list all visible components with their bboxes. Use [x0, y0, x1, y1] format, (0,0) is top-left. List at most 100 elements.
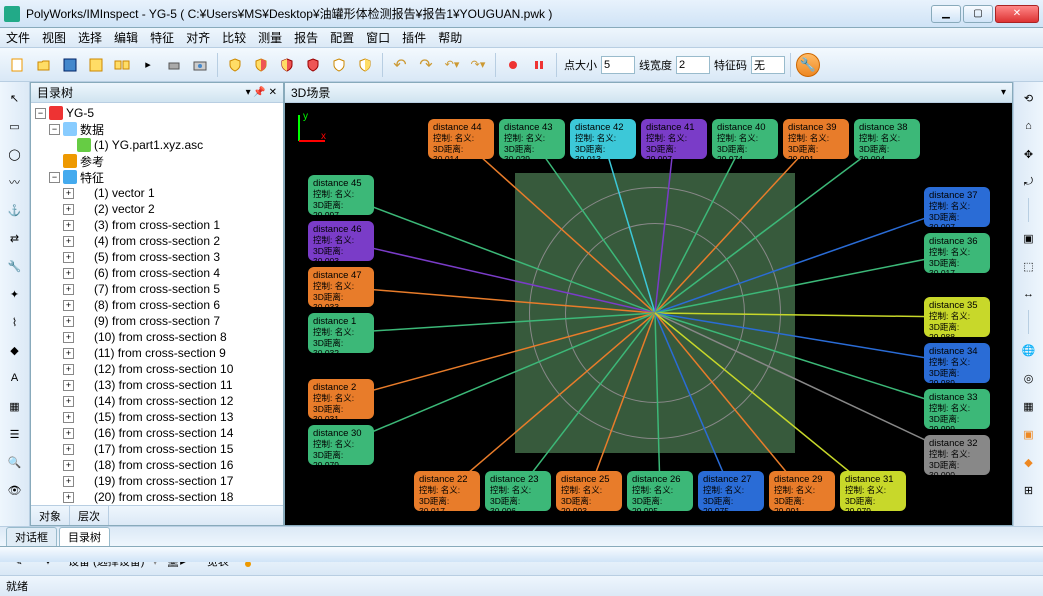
distance-label-43[interactable]: distance 43控制: 名义:3D距离: 30.029: [499, 119, 565, 159]
tree-item-7[interactable]: +(8) from cross-section 6: [31, 297, 283, 313]
maximize-button[interactable]: ▢: [963, 5, 993, 23]
save-icon[interactable]: [58, 53, 82, 77]
minimize-button[interactable]: ▁: [931, 5, 961, 23]
distance-label-26[interactable]: distance 26控制: 名义:3D距离: 29.995: [627, 471, 693, 511]
tree-data[interactable]: −数据: [31, 121, 283, 137]
pipe-icon[interactable]: ⌇: [3, 310, 27, 334]
distance-label-1[interactable]: distance 1控制: 名义:3D距离: 30.032: [308, 313, 374, 353]
scale-icon[interactable]: ↔: [1017, 282, 1041, 306]
tree-item-17[interactable]: +(18) from cross-section 16: [31, 457, 283, 473]
distance-label-23[interactable]: distance 23控制: 名义:3D距离: 30.006: [485, 471, 551, 511]
menu-2[interactable]: 选择: [78, 29, 102, 46]
rotate-icon[interactable]: ⤾: [1017, 170, 1041, 194]
cube-icon[interactable]: ▦: [1017, 394, 1041, 418]
import-icon[interactable]: [84, 53, 108, 77]
tree-item-4[interactable]: +(5) from cross-section 3: [31, 249, 283, 265]
distance-label-45[interactable]: distance 45控制: 名义:3D距离: 29.997: [308, 175, 374, 215]
curve-icon[interactable]: 〰: [3, 170, 27, 194]
distance-label-22[interactable]: distance 22控制: 名义:3D距离: 30.017: [414, 471, 480, 511]
distance-label-33[interactable]: distance 33控制: 名义:3D距离: 29.999: [924, 389, 990, 429]
menu-6[interactable]: 比较: [222, 29, 246, 46]
shield-yellow-icon[interactable]: [223, 53, 247, 77]
menu-3[interactable]: 编辑: [114, 29, 138, 46]
cube-red-icon[interactable]: ◆: [3, 338, 27, 362]
distance-label-36[interactable]: distance 36控制: 名义:3D距离: 30.017: [924, 233, 990, 273]
menu-11[interactable]: 插件: [402, 29, 426, 46]
shield-mixed-icon[interactable]: [353, 53, 377, 77]
menu-8[interactable]: 报告: [294, 29, 318, 46]
tree-root[interactable]: −YG-5: [31, 105, 283, 121]
tree-item-0[interactable]: +(1) vector 1: [31, 185, 283, 201]
close-button[interactable]: ✕: [995, 5, 1039, 23]
shield-split-icon[interactable]: [275, 53, 299, 77]
undo-icon[interactable]: ↶: [388, 53, 412, 77]
box-icon[interactable]: ▣: [1017, 422, 1041, 446]
tree-item-16[interactable]: +(17) from cross-section 15: [31, 441, 283, 457]
lasso-icon[interactable]: ◯: [3, 142, 27, 166]
scene-menu-icon[interactable]: ▾: [1001, 87, 1006, 98]
menu-0[interactable]: 文件: [6, 29, 30, 46]
tree-item-12[interactable]: +(13) from cross-section 11: [31, 377, 283, 393]
tree-item-10[interactable]: +(11) from cross-section 9: [31, 345, 283, 361]
color-icon[interactable]: ▦: [3, 394, 27, 418]
distance-label-25[interactable]: distance 25控制: 名义:3D距离: 29.993: [556, 471, 622, 511]
distance-label-29[interactable]: distance 29控制: 名义:3D距离: 29.991: [769, 471, 835, 511]
menu-7[interactable]: 测量: [258, 29, 282, 46]
distance-label-2[interactable]: distance 2控制: 名义:3D距离: 30.031: [308, 379, 374, 419]
export-icon[interactable]: ▸: [136, 53, 160, 77]
record-icon[interactable]: [501, 53, 525, 77]
tree-item-11[interactable]: +(12) from cross-section 10: [31, 361, 283, 377]
redo-icon[interactable]: ↷: [414, 53, 438, 77]
menu-10[interactable]: 窗口: [366, 29, 390, 46]
undo-menu-icon[interactable]: ↶▾: [440, 53, 464, 77]
distance-label-38[interactable]: distance 38控制: 名义:3D距离: 30.004: [854, 119, 920, 159]
shield-white-icon[interactable]: [327, 53, 351, 77]
home-icon[interactable]: ⌂: [1017, 114, 1041, 138]
tree-item-5[interactable]: +(6) from cross-section 4: [31, 265, 283, 281]
help-wrench-icon[interactable]: 🔧: [796, 53, 820, 77]
distance-label-47[interactable]: distance 47控制: 名义:3D距离: 30.033: [308, 267, 374, 307]
redo-menu-icon[interactable]: ↷▾: [466, 53, 490, 77]
menu-4[interactable]: 特征: [150, 29, 174, 46]
fit-icon[interactable]: ▣: [1017, 226, 1041, 250]
snapshot-icon[interactable]: [188, 53, 212, 77]
shield-red-icon[interactable]: [301, 53, 325, 77]
zoom-area-icon[interactable]: ⬚: [1017, 254, 1041, 278]
tree-item-18[interactable]: +(19) from cross-section 17: [31, 473, 283, 489]
distance-label-34[interactable]: distance 34控制: 名义:3D距离: 29.989: [924, 343, 990, 383]
distance-label-37[interactable]: distance 37控制: 名义:3D距离: 30.007: [924, 187, 990, 227]
report-icon[interactable]: ☰: [3, 422, 27, 446]
distance-label-41[interactable]: distance 41控制: 名义:3D距离: 29.997: [641, 119, 707, 159]
distance-label-40[interactable]: distance 40控制: 名义:3D距离: 29.974: [712, 119, 778, 159]
tilt-icon[interactable]: ◆: [1017, 450, 1041, 474]
tree-ref[interactable]: 参考: [31, 153, 283, 169]
tree-body[interactable]: −YG-5−数据(1) YG.part1.xyz.asc参考−特征+(1) ve…: [31, 103, 283, 505]
open-icon[interactable]: [32, 53, 56, 77]
distance-label-30[interactable]: distance 30控制: 名义:3D距离: 29.979: [308, 425, 374, 465]
tree-item-3[interactable]: +(4) from cross-section 2: [31, 233, 283, 249]
cursor-icon[interactable]: ↖: [3, 86, 27, 110]
line-width-input[interactable]: [676, 56, 710, 74]
globe-icon[interactable]: 🌐: [1017, 338, 1041, 362]
menu-5[interactable]: 对齐: [186, 29, 210, 46]
new-icon[interactable]: [6, 53, 30, 77]
distance-label-42[interactable]: distance 42控制: 名义:3D距离: 30.013: [570, 119, 636, 159]
pause-icon[interactable]: [527, 53, 551, 77]
compare-icon[interactable]: [110, 53, 134, 77]
pin-icon[interactable]: ▾ 📌 ✕: [246, 87, 277, 98]
probe-icon[interactable]: ✦: [3, 282, 27, 306]
tab-layers[interactable]: 层次: [70, 506, 109, 525]
tab-objects[interactable]: 对象: [31, 506, 70, 525]
distance-label-46[interactable]: distance 46控制: 名义:3D距离: 30.003: [308, 221, 374, 261]
zoom-icon[interactable]: 🔍: [3, 450, 27, 474]
tree-data-item[interactable]: (1) YG.part1.xyz.asc: [31, 137, 283, 153]
tree-feat[interactable]: −特征: [31, 169, 283, 185]
distance-label-32[interactable]: distance 32控制: 名义:3D距离: 30.000: [924, 435, 990, 475]
menu-9[interactable]: 配置: [330, 29, 354, 46]
grid-icon[interactable]: ⊞: [1017, 478, 1041, 502]
distance-label-44[interactable]: distance 44控制: 名义:3D距离: 30.014: [428, 119, 494, 159]
select-icon[interactable]: ▭: [3, 114, 27, 138]
tree-item-1[interactable]: +(2) vector 2: [31, 201, 283, 217]
tree-item-8[interactable]: +(9) from cross-section 7: [31, 313, 283, 329]
text-icon[interactable]: A: [3, 366, 27, 390]
